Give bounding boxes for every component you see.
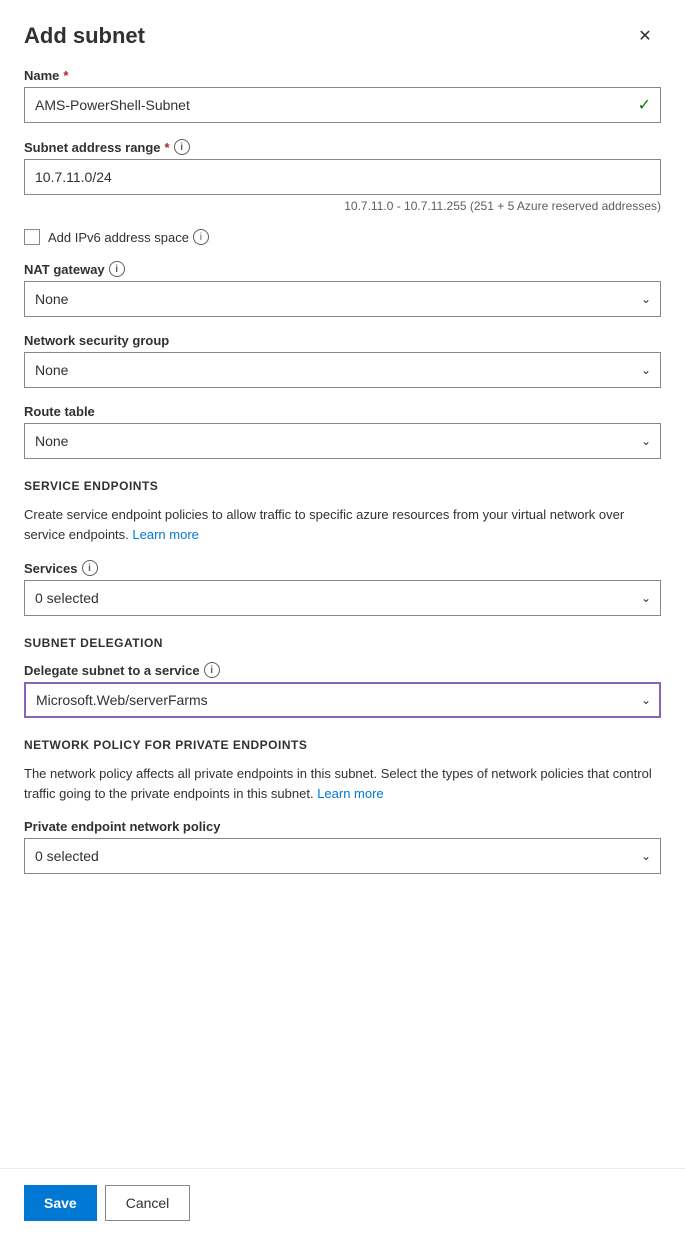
services-select-wrapper: 0 selected ⌄ <box>24 580 661 616</box>
name-field-group: Name * ✓ <box>24 68 661 123</box>
private-endpoint-policy-label: Private endpoint network policy <box>24 819 661 834</box>
route-table-field-group: Route table None ⌄ <box>24 404 661 459</box>
cancel-button[interactable]: Cancel <box>105 1185 191 1221</box>
route-table-select[interactable]: None <box>24 423 661 459</box>
services-label: Services i <box>24 560 661 576</box>
ipv6-checkbox-row: Add IPv6 address space i <box>24 229 661 245</box>
services-info-icon[interactable]: i <box>82 560 98 576</box>
panel-title: Add subnet <box>24 23 145 49</box>
service-endpoints-description: Create service endpoint policies to allo… <box>24 505 661 544</box>
save-button[interactable]: Save <box>24 1185 97 1221</box>
add-subnet-panel: Add subnet ✕ Name * ✓ Subnet address ran… <box>0 0 685 1237</box>
panel-header: Add subnet ✕ <box>0 0 685 68</box>
name-required-star: * <box>63 68 68 83</box>
nat-gateway-label: NAT gateway i <box>24 261 661 277</box>
route-table-select-wrapper: None ⌄ <box>24 423 661 459</box>
subnet-address-info-icon[interactable]: i <box>174 139 190 155</box>
subnet-delegation-section-title: SUBNET DELEGATION <box>24 636 661 650</box>
close-icon: ✕ <box>638 26 651 46</box>
nsg-select[interactable]: None <box>24 352 661 388</box>
nsg-label: Network security group <box>24 333 661 348</box>
subnet-address-range-field-group: Subnet address range * i 10.7.11.0 - 10.… <box>24 139 661 213</box>
close-button[interactable]: ✕ <box>629 20 661 52</box>
delegate-subnet-field-group: Delegate subnet to a service i Microsoft… <box>24 662 661 718</box>
delegate-subnet-info-icon[interactable]: i <box>204 662 220 678</box>
service-endpoints-learn-more[interactable]: Learn more <box>132 527 198 542</box>
ipv6-info-icon[interactable]: i <box>193 229 209 245</box>
panel-footer: Save Cancel <box>0 1168 685 1237</box>
private-endpoint-policy-select-wrapper: 0 selected ⌄ <box>24 838 661 874</box>
private-endpoint-policy-field-group: Private endpoint network policy 0 select… <box>24 819 661 874</box>
name-label: Name * <box>24 68 661 83</box>
services-field-group: Services i 0 selected ⌄ <box>24 560 661 616</box>
services-select[interactable]: 0 selected <box>24 580 661 616</box>
name-input-wrapper: ✓ <box>24 87 661 123</box>
address-range-hint: 10.7.11.0 - 10.7.11.255 (251 + 5 Azure r… <box>24 199 661 213</box>
service-endpoints-section-title: SERVICE ENDPOINTS <box>24 479 661 493</box>
nat-gateway-field-group: NAT gateway i None ⌄ <box>24 261 661 317</box>
delegate-subnet-select-wrapper: Microsoft.Web/serverFarms ⌄ <box>24 682 661 718</box>
network-policy-description: The network policy affects all private e… <box>24 764 661 803</box>
subnet-address-range-label: Subnet address range * i <box>24 139 661 155</box>
panel-body: Name * ✓ Subnet address range * i 10.7.1… <box>0 68 685 1168</box>
ipv6-checkbox[interactable] <box>24 229 40 245</box>
nat-gateway-select-wrapper: None ⌄ <box>24 281 661 317</box>
delegate-subnet-select[interactable]: Microsoft.Web/serverFarms <box>24 682 661 718</box>
route-table-label: Route table <box>24 404 661 419</box>
name-valid-icon: ✓ <box>638 95 651 115</box>
ipv6-checkbox-label: Add IPv6 address space i <box>48 229 209 245</box>
nat-gateway-select[interactable]: None <box>24 281 661 317</box>
nsg-field-group: Network security group None ⌄ <box>24 333 661 388</box>
private-endpoint-policy-select[interactable]: 0 selected <box>24 838 661 874</box>
nsg-select-wrapper: None ⌄ <box>24 352 661 388</box>
name-input[interactable] <box>24 87 661 123</box>
delegate-subnet-label: Delegate subnet to a service i <box>24 662 661 678</box>
nat-gateway-info-icon[interactable]: i <box>109 261 125 277</box>
network-policy-section-title: NETWORK POLICY FOR PRIVATE ENDPOINTS <box>24 738 661 752</box>
subnet-required-star: * <box>165 140 170 155</box>
subnet-address-range-input[interactable] <box>24 159 661 195</box>
network-policy-learn-more[interactable]: Learn more <box>317 786 383 801</box>
